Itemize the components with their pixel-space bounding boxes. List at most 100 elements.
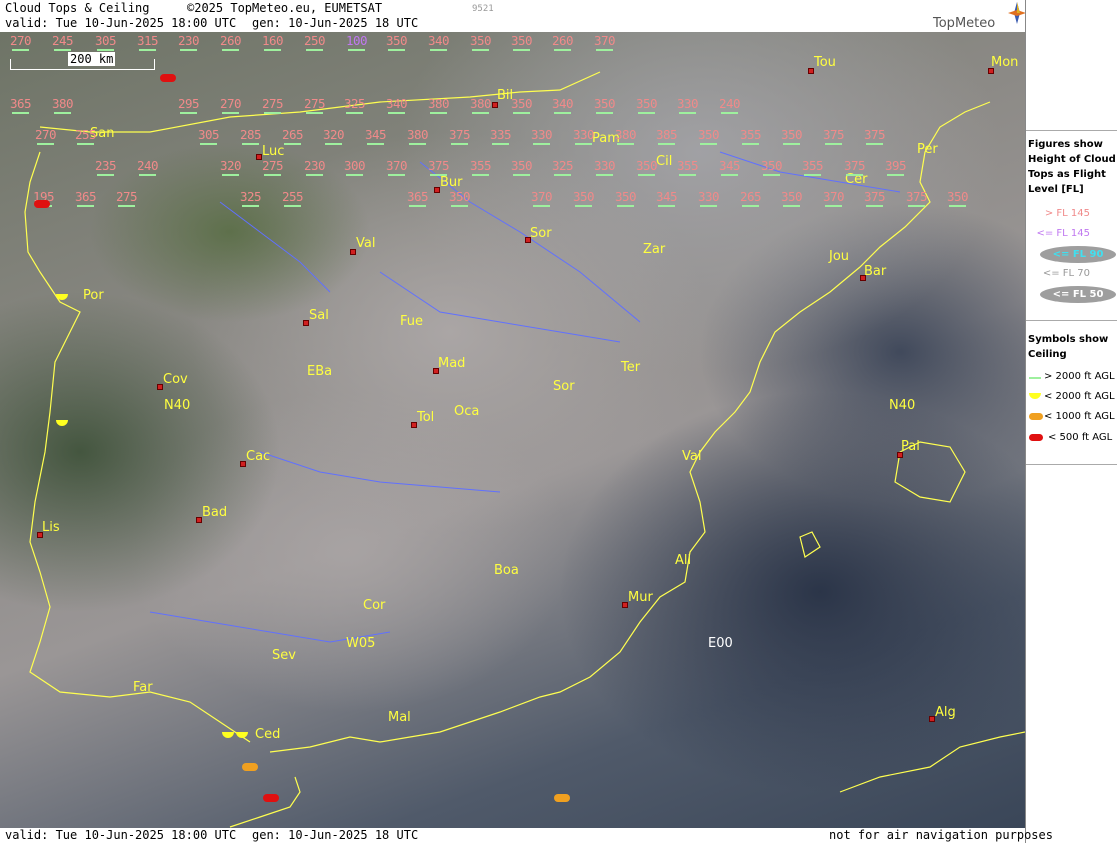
- symbols-legend-title: Symbols show Ceiling: [1028, 334, 1109, 360]
- symbol-label: < 2000 ft AGL: [1044, 391, 1115, 402]
- graticule-label: N40: [889, 398, 916, 413]
- flight-level: 355: [740, 127, 762, 145]
- coastline-overlay: [24, 71, 1025, 828]
- flight-level: 350: [615, 189, 637, 207]
- flight-level: 240: [137, 158, 159, 176]
- satellite-map[interactable]: 200 km Tou Mon Bil San Pam Luc Cil Per B…: [0, 32, 1025, 828]
- flight-level: 350: [511, 96, 533, 114]
- city-label: Sal: [309, 308, 329, 323]
- flight-level: 325: [552, 158, 574, 176]
- image-code: 9521: [472, 4, 494, 14]
- flight-level: 375: [864, 127, 886, 145]
- city-label: Ter: [621, 360, 641, 375]
- flight-level: 350: [781, 189, 803, 207]
- footer-valid-time: valid: Tue 10-Jun-2025 18:00 UTC: [5, 828, 237, 842]
- disclaimer-text: not for air navigation purposes: [829, 828, 1053, 842]
- city-label: Bar: [864, 264, 887, 279]
- flight-level: 385: [656, 127, 678, 145]
- flight-level: 380: [470, 96, 492, 114]
- city-label: Alg: [935, 705, 956, 720]
- flight-level: 370: [823, 189, 845, 207]
- flight-level: 330: [698, 189, 720, 207]
- city-label: EBa: [307, 364, 333, 379]
- flight-level: 350: [511, 33, 533, 51]
- city-label: Luc: [262, 144, 285, 159]
- orange-pill-icon: [1029, 413, 1043, 420]
- city-label: Val: [356, 236, 376, 251]
- city-dot: [897, 452, 903, 458]
- legend-level-50: <= FL 50: [1040, 286, 1116, 303]
- city-label: Boa: [494, 563, 519, 578]
- city-label: Cor: [363, 598, 386, 613]
- flight-level: 375: [428, 158, 450, 176]
- flight-level: 375: [864, 189, 886, 207]
- city-dot: [808, 68, 814, 74]
- generated-time: gen: 10-Jun-2025 18 UTC: [252, 16, 419, 30]
- flight-level: 365: [10, 96, 32, 114]
- footer-bar: valid: Tue 10-Jun-2025 18:00 UTC gen: 10…: [0, 828, 1053, 843]
- flight-level: 350: [698, 127, 720, 145]
- flight-level: 230: [304, 158, 326, 176]
- flight-level: 350: [761, 158, 783, 176]
- city-dot: [240, 461, 246, 467]
- city-label: Fue: [400, 314, 424, 329]
- flight-level: 355: [802, 158, 824, 176]
- city-dot: [411, 422, 417, 428]
- flight-level: 270: [35, 127, 57, 145]
- ceiling-below-500ft-icon: [160, 74, 176, 82]
- map-title: Cloud Tops & Ceiling: [5, 1, 150, 15]
- city-label: Ali: [675, 553, 692, 568]
- city-label: Per: [917, 142, 938, 157]
- flight-level: 375: [449, 127, 471, 145]
- flight-level: 270: [10, 33, 32, 51]
- flight-level: 235: [95, 158, 117, 176]
- city-label: Sev: [272, 648, 296, 663]
- flight-level: 375: [823, 127, 845, 145]
- city-dot: [622, 602, 628, 608]
- green-line-icon: [1029, 377, 1041, 379]
- city-label: Cov: [163, 372, 188, 387]
- flight-level: 160: [262, 33, 284, 51]
- flight-level: 375: [844, 158, 866, 176]
- city-label: Sor: [553, 379, 575, 394]
- ceiling-below-500ft-icon: [34, 200, 50, 208]
- flight-level: 335: [490, 127, 512, 145]
- symbol-label: > 2000 ft AGL: [1044, 371, 1115, 382]
- flight-level: 275: [304, 96, 326, 114]
- city-label: Oca: [454, 404, 480, 419]
- flight-level: 380: [407, 127, 429, 145]
- city-dot: [492, 102, 498, 108]
- city-label: Mur: [628, 590, 653, 605]
- valid-time: valid: Tue 10-Jun-2025 18:00 UTC: [5, 16, 237, 30]
- red-pill-icon: [1029, 434, 1043, 441]
- graticule-label: N40: [164, 398, 191, 413]
- topmeteo-logo: TopMeteo: [932, 2, 1026, 32]
- flight-level: 350: [386, 33, 408, 51]
- figures-legend-title: Figures show Height of Cloud Tops as Fli…: [1028, 139, 1116, 195]
- flight-level: 330: [594, 158, 616, 176]
- city-dot: [434, 187, 440, 193]
- flight-level: 265: [282, 127, 304, 145]
- flight-level: 375: [906, 189, 928, 207]
- flight-level: 245: [52, 33, 74, 51]
- legend-level-above-145: > FL 145: [1044, 208, 1090, 219]
- flight-level: 340: [428, 33, 450, 51]
- flight-level: 305: [198, 127, 220, 145]
- flight-level: 330: [531, 127, 553, 145]
- flight-level: 230: [178, 33, 200, 51]
- city-label: Ced: [255, 727, 281, 742]
- city-label: Pal: [901, 439, 920, 454]
- divider: [1026, 464, 1117, 465]
- city-dot: [433, 368, 439, 374]
- city-dot: [988, 68, 994, 74]
- flight-level: 260: [552, 33, 574, 51]
- ceiling-below-2000ft-icon: [56, 294, 68, 300]
- city-label: Lis: [42, 520, 60, 535]
- divider: [1026, 130, 1117, 131]
- city-dot: [303, 320, 309, 326]
- city-label: Mon: [991, 55, 1019, 70]
- city-label: Jou: [829, 249, 850, 264]
- flight-level: 365: [407, 189, 429, 207]
- flight-level: 350: [511, 158, 533, 176]
- flight-level: 350: [636, 96, 658, 114]
